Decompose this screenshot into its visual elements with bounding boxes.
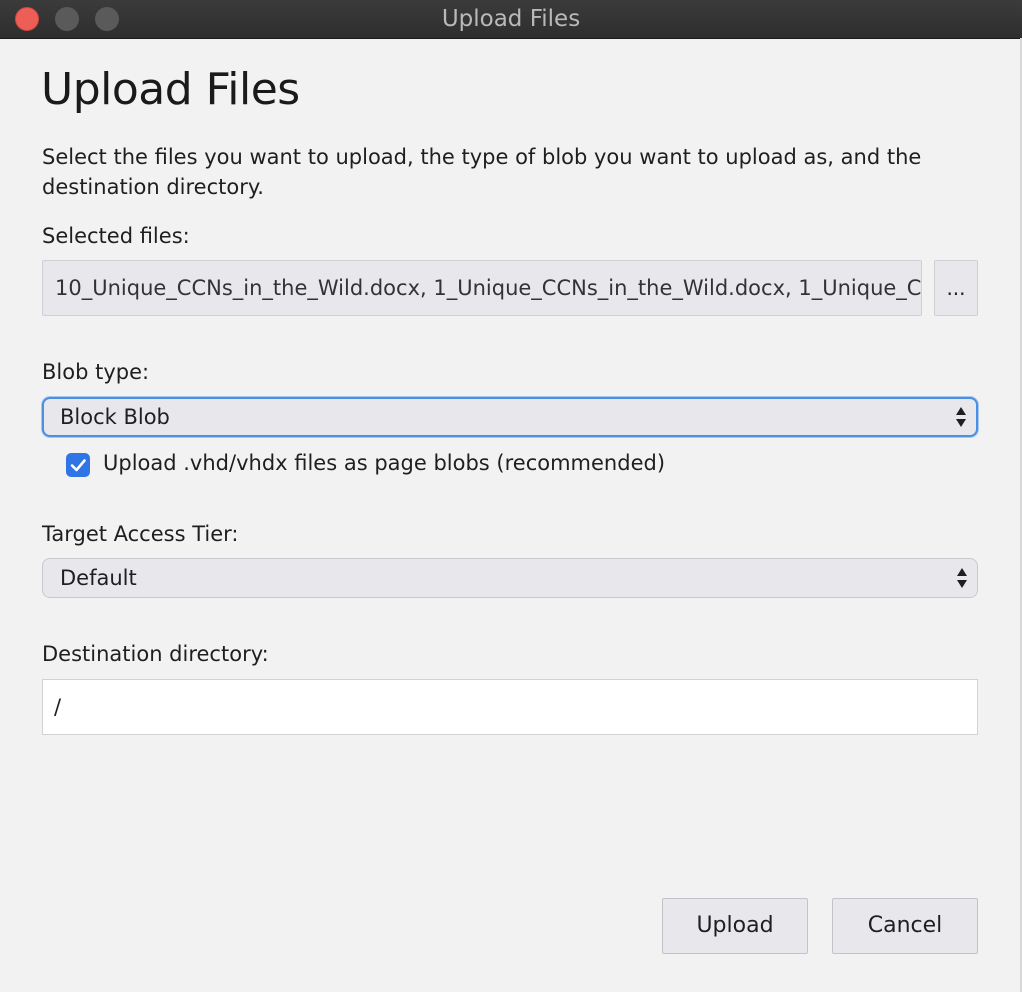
blob-type-label: Blob type:	[42, 360, 150, 384]
title-bar[interactable]: Upload Files	[0, 0, 1022, 39]
selected-files-label: Selected files:	[42, 224, 190, 248]
browse-files-button[interactable]: ...	[934, 260, 978, 316]
dialog-description: Select the files you want to upload, the…	[42, 145, 922, 199]
selected-files-field[interactable]: 10_Unique_CCNs_in_the_Wild.docx, 1_Uniqu…	[42, 260, 922, 316]
page-blobs-checkbox[interactable]	[66, 453, 90, 477]
updown-arrows-icon	[957, 568, 967, 588]
upload-files-window: Upload Files Upload Files Select the fil…	[0, 0, 1022, 992]
window-title: Upload Files	[441, 6, 581, 32]
destination-directory-label: Destination directory:	[42, 642, 269, 666]
updown-arrows-icon	[956, 407, 966, 427]
access-tier-label: Target Access Tier:	[42, 522, 239, 546]
access-tier-selected-value: Default	[60, 566, 137, 590]
cancel-button[interactable]: Cancel	[832, 898, 978, 954]
blob-type-selected-value: Block Blob	[60, 405, 170, 429]
page-blobs-checkbox-label[interactable]: Upload .vhd/vhdx files as page blobs (re…	[103, 451, 665, 475]
upload-button[interactable]: Upload	[662, 898, 808, 954]
destination-directory-input[interactable]	[42, 679, 978, 735]
blob-type-select[interactable]: Block Blob	[42, 397, 978, 437]
page-title: Upload Files	[41, 64, 300, 115]
checkmark-icon	[70, 459, 86, 472]
access-tier-select[interactable]: Default	[42, 558, 978, 598]
